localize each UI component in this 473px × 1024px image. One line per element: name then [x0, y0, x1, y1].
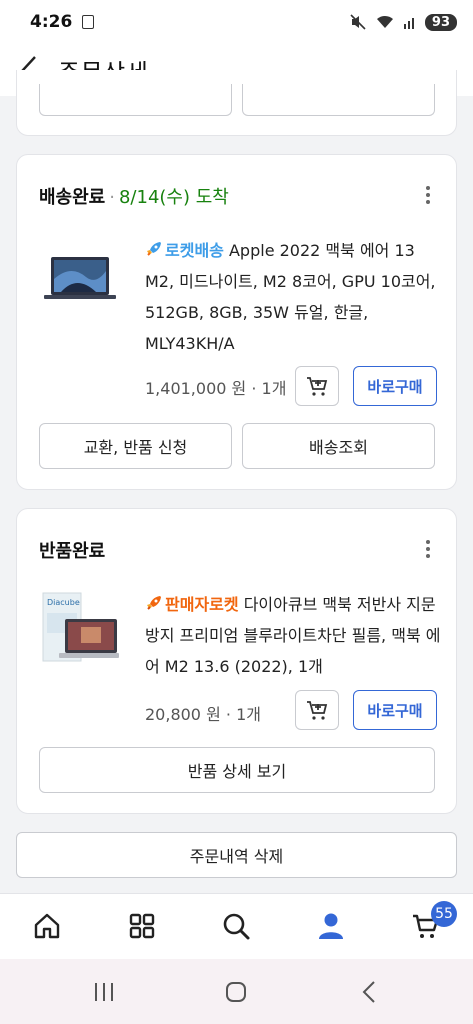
nav-my-page[interactable]	[313, 908, 349, 944]
separator-dot: ·	[109, 187, 115, 208]
home-button[interactable]	[221, 979, 251, 1005]
screen-film-thumbnail[interactable]: Diacube	[41, 591, 119, 667]
brand-label: Diacube	[47, 598, 80, 607]
home-circle-icon	[226, 982, 246, 1002]
track-delivery-button[interactable]: 배송조회	[242, 423, 435, 469]
status-label: 배송완료	[39, 187, 106, 208]
system-back-button[interactable]	[354, 979, 384, 1005]
price-line: 1,401,000 원 · 1개	[145, 375, 286, 399]
notification-icon	[82, 15, 95, 29]
product-quantity: 1개	[236, 705, 261, 724]
back-chevron-icon	[362, 981, 375, 1003]
wifi-icon	[376, 15, 393, 28]
buy-now-button[interactable]: 바로구매	[353, 366, 437, 406]
cart-plus-icon	[307, 377, 328, 396]
nav-home[interactable]	[29, 908, 65, 944]
separator-dot: ·	[246, 379, 262, 398]
mute-icon	[350, 14, 366, 30]
delivery-date: 8/14(수) 도착	[118, 187, 229, 208]
product-price: 20,800 원	[145, 705, 221, 724]
product-info[interactable]: 판매자로켓 다이아큐브 맥북 저반사 지문방지 프리미엄 블루라이트차단 필름,…	[145, 589, 445, 682]
cart-count-badge: 55	[431, 901, 457, 927]
seller-rocket-badge: 판매자로켓	[165, 595, 239, 614]
more-options-button[interactable]	[416, 183, 440, 207]
order-status: 배송완료 · 8/14(수) 도착	[39, 183, 229, 209]
exchange-return-button[interactable]: 교환, 반품 신청	[39, 423, 232, 469]
nav-search[interactable]	[218, 908, 254, 944]
order-card-delivered: 배송완료 · 8/14(수) 도착 로켓배송 Apple 2022 맥북 에어 13…	[16, 154, 457, 490]
return-detail-button[interactable]: 반품 상세 보기	[39, 747, 435, 793]
system-navigation-bar	[0, 959, 473, 1024]
status-icons: 93	[349, 13, 457, 31]
rocket-icon	[147, 242, 161, 256]
nav-categories[interactable]	[124, 908, 160, 944]
signal-icon	[403, 18, 414, 29]
product-quantity: 1개	[261, 379, 287, 398]
home-icon	[34, 913, 60, 939]
product-price: 1,401,000 원	[145, 379, 247, 398]
category-grid-icon	[129, 913, 155, 939]
delete-order-button[interactable]: 주문내역 삭제	[16, 832, 457, 878]
battery-indicator: 93	[424, 13, 457, 31]
order-card-returned: 반품완료 Diacube 판매자로켓 다이아큐브 맥북 저반사 지문방지 프리미…	[16, 508, 457, 814]
bottom-navigation	[0, 893, 473, 959]
previous-order-action-button-2[interactable]	[242, 84, 435, 116]
price-line: 20,800 원 · 1개	[145, 701, 261, 725]
previous-order-action-button[interactable]	[39, 84, 232, 116]
recent-apps-button[interactable]	[89, 979, 119, 1005]
order-status: 반품완료	[39, 541, 106, 562]
status-time: 4:26	[30, 12, 73, 32]
previous-order-card	[16, 70, 457, 136]
cart-plus-icon	[307, 701, 328, 720]
add-to-cart-button[interactable]	[295, 366, 339, 406]
rocket-icon	[147, 596, 161, 610]
add-to-cart-button[interactable]	[295, 690, 339, 730]
my-page-icon	[319, 913, 343, 939]
more-options-button[interactable]	[416, 537, 440, 561]
macbook-air-thumbnail[interactable]	[41, 249, 119, 309]
recent-apps-icon	[95, 983, 113, 1001]
status-bar: 4:26 93	[0, 0, 473, 44]
buy-now-button[interactable]: 바로구매	[353, 690, 437, 730]
rocket-delivery-badge: 로켓배송	[165, 241, 224, 260]
product-info[interactable]: 로켓배송 Apple 2022 맥북 에어 13 M2, 미드나이트, M2 8…	[145, 235, 445, 359]
search-icon	[223, 913, 250, 940]
separator-dot: ·	[220, 705, 237, 724]
